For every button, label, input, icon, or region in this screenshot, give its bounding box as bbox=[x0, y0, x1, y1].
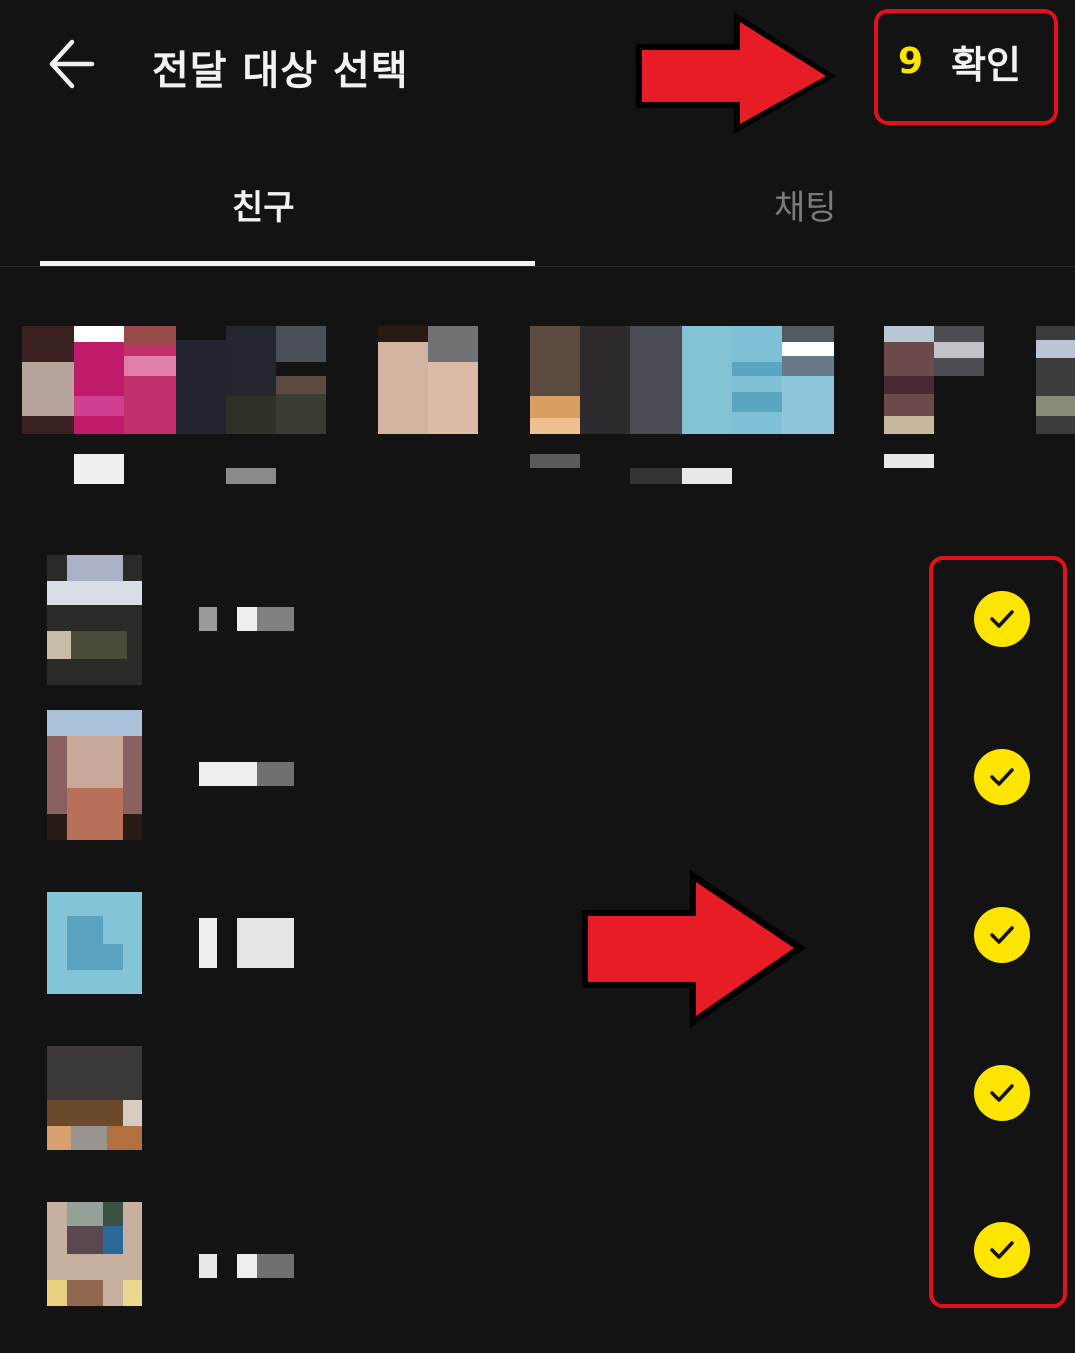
friend-row[interactable] bbox=[0, 1046, 1075, 1186]
selected-friend[interactable] bbox=[884, 326, 986, 486]
friend-name-redacted bbox=[257, 607, 294, 631]
friend-row[interactable] bbox=[0, 1202, 1075, 1342]
avatar bbox=[47, 1202, 142, 1306]
avatar bbox=[47, 1046, 142, 1150]
tab-divider bbox=[0, 266, 1075, 267]
friend-row[interactable] bbox=[0, 555, 1075, 695]
friend-row[interactable] bbox=[0, 710, 1075, 850]
selected-friend[interactable] bbox=[226, 326, 328, 486]
friend-name-redacted bbox=[199, 607, 217, 631]
friend-name-redacted bbox=[257, 1254, 294, 1278]
tab-friends[interactable]: 친구 bbox=[232, 180, 295, 232]
selected-friend[interactable] bbox=[530, 326, 632, 486]
friend-name-redacted bbox=[237, 1254, 257, 1278]
friend-name-redacted bbox=[199, 1254, 217, 1278]
back-button[interactable] bbox=[40, 28, 112, 100]
avatar bbox=[47, 710, 142, 840]
tab-chats[interactable]: 채팅 bbox=[774, 180, 837, 232]
selected-friend[interactable] bbox=[378, 326, 480, 486]
selected-friend[interactable] bbox=[732, 326, 834, 486]
friend-name-redacted bbox=[257, 762, 294, 786]
friend-name-redacted bbox=[237, 607, 257, 631]
selected-friend[interactable] bbox=[124, 326, 226, 486]
selected-friend[interactable] bbox=[630, 326, 732, 486]
annotation-arrow-top bbox=[636, 12, 836, 134]
friend-row[interactable] bbox=[0, 890, 1075, 1030]
avatar bbox=[47, 555, 142, 685]
avatar bbox=[47, 892, 142, 994]
confirm-highlight-box bbox=[874, 9, 1058, 125]
annotation-arrow-middle bbox=[582, 870, 806, 1028]
checkmarks-highlight-box bbox=[929, 556, 1067, 1308]
friend-name-redacted bbox=[237, 918, 294, 968]
selected-friend[interactable] bbox=[1036, 326, 1075, 486]
friend-name-redacted bbox=[199, 918, 217, 968]
arrow-left-icon bbox=[49, 39, 95, 89]
selected-friend[interactable] bbox=[22, 326, 124, 486]
page-title: 전달 대상 선택 bbox=[152, 48, 409, 94]
friend-name-redacted bbox=[199, 762, 257, 786]
